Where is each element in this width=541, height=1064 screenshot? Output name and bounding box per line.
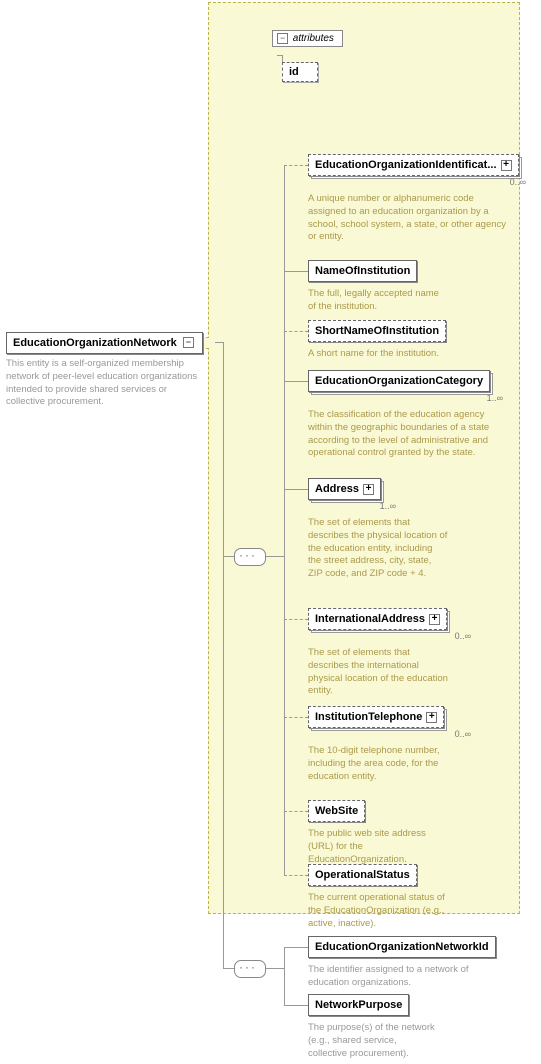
schema-element: ShortNameOfInstitution A short name for t… bbox=[308, 320, 468, 361]
connector bbox=[284, 1005, 308, 1006]
sequence-compositor[interactable] bbox=[234, 548, 266, 566]
element-description: A unique number or alphanumeric code ass… bbox=[308, 193, 508, 244]
element-description: The public web site address (URL) for th… bbox=[308, 828, 448, 866]
expand-icon[interactable]: + bbox=[363, 484, 374, 495]
schema-element: InstitutionTelephone +0..∞ The 10-digit te… bbox=[308, 706, 473, 783]
connector bbox=[284, 489, 308, 490]
attributes-label: attributes bbox=[293, 33, 334, 44]
element-box[interactable]: InstitutionTelephone + bbox=[308, 706, 444, 728]
diagram-canvas: EducationOrganization (extension) Educat… bbox=[0, 0, 541, 1064]
element-label: NetworkPurpose bbox=[315, 999, 402, 1011]
element-description: The identifier assigned to a network of … bbox=[308, 964, 508, 990]
schema-element: EducationOrganizationNetworkId The identi… bbox=[308, 936, 508, 990]
element-label: EducationOrganizationNetworkId bbox=[315, 941, 489, 953]
element-label: InstitutionTelephone bbox=[315, 711, 422, 723]
schema-element: Address +1..∞ The set of elements that des… bbox=[308, 478, 448, 581]
connector bbox=[277, 55, 283, 56]
cardinality: 0..∞ bbox=[308, 177, 526, 187]
schema-element: OperationalStatus The current operational… bbox=[308, 864, 453, 930]
expand-icon[interactable]: + bbox=[501, 160, 512, 171]
element-box[interactable]: InternationalAddress + bbox=[308, 608, 447, 630]
element-box[interactable]: OperationalStatus bbox=[308, 864, 417, 886]
connector bbox=[284, 619, 308, 620]
element-label: NameOfInstitution bbox=[315, 265, 410, 277]
element-label: ShortNameOfInstitution bbox=[315, 325, 439, 337]
schema-element: EducationOrganizationIdentificat... +0..∞… bbox=[308, 154, 528, 244]
collapse-icon[interactable]: − bbox=[277, 33, 288, 44]
connector bbox=[284, 875, 308, 876]
root-description: This entity is a self-organized membersh… bbox=[6, 358, 201, 409]
element-label: OperationalStatus bbox=[315, 869, 410, 881]
cardinality: 0..∞ bbox=[308, 729, 471, 739]
connector bbox=[223, 342, 224, 969]
root-element[interactable]: EducationOrganizationNetwork − bbox=[6, 332, 203, 354]
element-description: The set of elements that describes the p… bbox=[308, 517, 448, 581]
element-label: EducationOrganizationCategory bbox=[315, 375, 483, 387]
element-description: The current operational status of the Ed… bbox=[308, 892, 453, 930]
connector bbox=[223, 968, 234, 969]
connector bbox=[284, 381, 308, 382]
element-description: The set of elements that describes the i… bbox=[308, 647, 448, 698]
root-element-label: EducationOrganizationNetwork bbox=[13, 337, 177, 349]
element-label: Address bbox=[315, 483, 359, 495]
element-label: EducationOrganizationIdentificat... bbox=[315, 159, 497, 171]
schema-element: WebSite The public web site address (URL)… bbox=[308, 800, 448, 866]
element-box[interactable]: NameOfInstitution bbox=[308, 260, 417, 282]
attribute-id-label: id bbox=[289, 66, 299, 78]
attribute-id[interactable]: id bbox=[282, 62, 318, 82]
cardinality: 1..∞ bbox=[308, 393, 503, 403]
element-description: A short name for the institution. bbox=[308, 348, 468, 361]
connector bbox=[284, 811, 308, 812]
element-box[interactable]: WebSite bbox=[308, 800, 365, 822]
connector bbox=[284, 331, 308, 332]
expand-icon[interactable]: + bbox=[426, 712, 437, 723]
schema-element: NetworkPurpose The purpose(s) of the netw… bbox=[308, 994, 438, 1060]
connector bbox=[284, 717, 308, 718]
element-description: The classification of the education agen… bbox=[308, 409, 503, 460]
element-description: The 10-digit telephone number, including… bbox=[308, 745, 448, 783]
connector bbox=[284, 947, 308, 948]
connector bbox=[284, 271, 308, 272]
element-box[interactable]: EducationOrganizationNetworkId bbox=[308, 936, 496, 958]
connector bbox=[223, 556, 234, 557]
connector bbox=[215, 342, 223, 343]
expand-icon[interactable]: + bbox=[429, 614, 440, 625]
element-box[interactable]: EducationOrganizationCategory bbox=[308, 370, 490, 392]
collapse-icon[interactable]: − bbox=[183, 337, 194, 348]
element-box[interactable]: NetworkPurpose bbox=[308, 994, 409, 1016]
element-box[interactable]: EducationOrganizationIdentificat... + bbox=[308, 154, 519, 176]
sequence-compositor[interactable] bbox=[234, 960, 266, 978]
element-description: The full, legally accepted name of the i… bbox=[308, 288, 443, 314]
connector bbox=[284, 947, 285, 1005]
connector bbox=[284, 165, 308, 166]
element-box[interactable]: Address + bbox=[308, 478, 381, 500]
element-label: InternationalAddress bbox=[315, 613, 425, 625]
attributes-group[interactable]: − attributes bbox=[272, 30, 343, 47]
schema-element: InternationalAddress +0..∞ The set of elem… bbox=[308, 608, 473, 698]
connector bbox=[264, 968, 284, 969]
cardinality: 1..∞ bbox=[308, 501, 396, 511]
schema-element: NameOfInstitution The full, legally accep… bbox=[308, 260, 443, 314]
element-description: The purpose(s) of the network (e.g., sha… bbox=[308, 1022, 438, 1060]
cardinality: 0..∞ bbox=[308, 631, 471, 641]
element-label: WebSite bbox=[315, 805, 358, 817]
element-box[interactable]: ShortNameOfInstitution bbox=[308, 320, 446, 342]
connector bbox=[264, 556, 284, 557]
schema-element: EducationOrganizationCategory 1..∞ The cla… bbox=[308, 370, 505, 460]
